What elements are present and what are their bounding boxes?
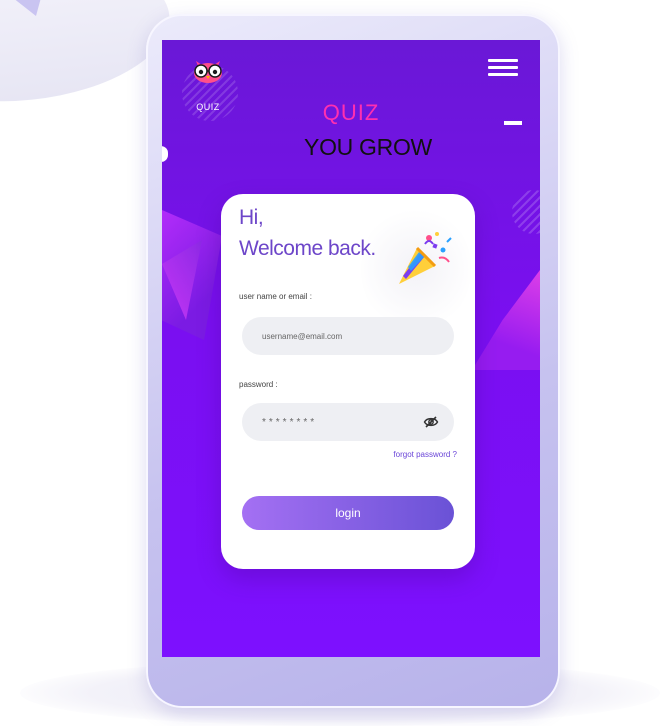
password-label: password : [239, 380, 278, 389]
hamburger-menu-icon [488, 59, 518, 62]
login-button[interactable]: login [242, 496, 454, 530]
decor-shard-right [472, 270, 540, 370]
username-label: user name or email : [239, 292, 312, 301]
eye-slash-icon[interactable] [423, 414, 439, 430]
hamburger-menu-button[interactable] [488, 59, 518, 77]
password-field-wrapper [242, 403, 454, 441]
app-title-quiz: QUIZ [322, 100, 380, 125]
username-input[interactable] [262, 317, 422, 355]
phone-screen: QUIZ QUIZ YOU GROW Hi, Welcome back. use… [162, 40, 540, 657]
login-card: Hi, Welcome back. user name or email : p… [221, 194, 475, 569]
greeting-welcome: Welcome back. [239, 237, 376, 260]
password-input[interactable] [262, 403, 422, 441]
username-field-wrapper [242, 317, 454, 355]
decor-striped-circle [512, 190, 540, 234]
background-triangle [8, 0, 42, 16]
owl-logo-icon [194, 61, 222, 83]
app-title-you-grow: YOU GROW [304, 134, 432, 160]
greeting-hi: Hi, [239, 206, 264, 229]
party-popper-icon [399, 232, 452, 284]
forgot-password-link[interactable]: forgot password ? [393, 450, 457, 459]
